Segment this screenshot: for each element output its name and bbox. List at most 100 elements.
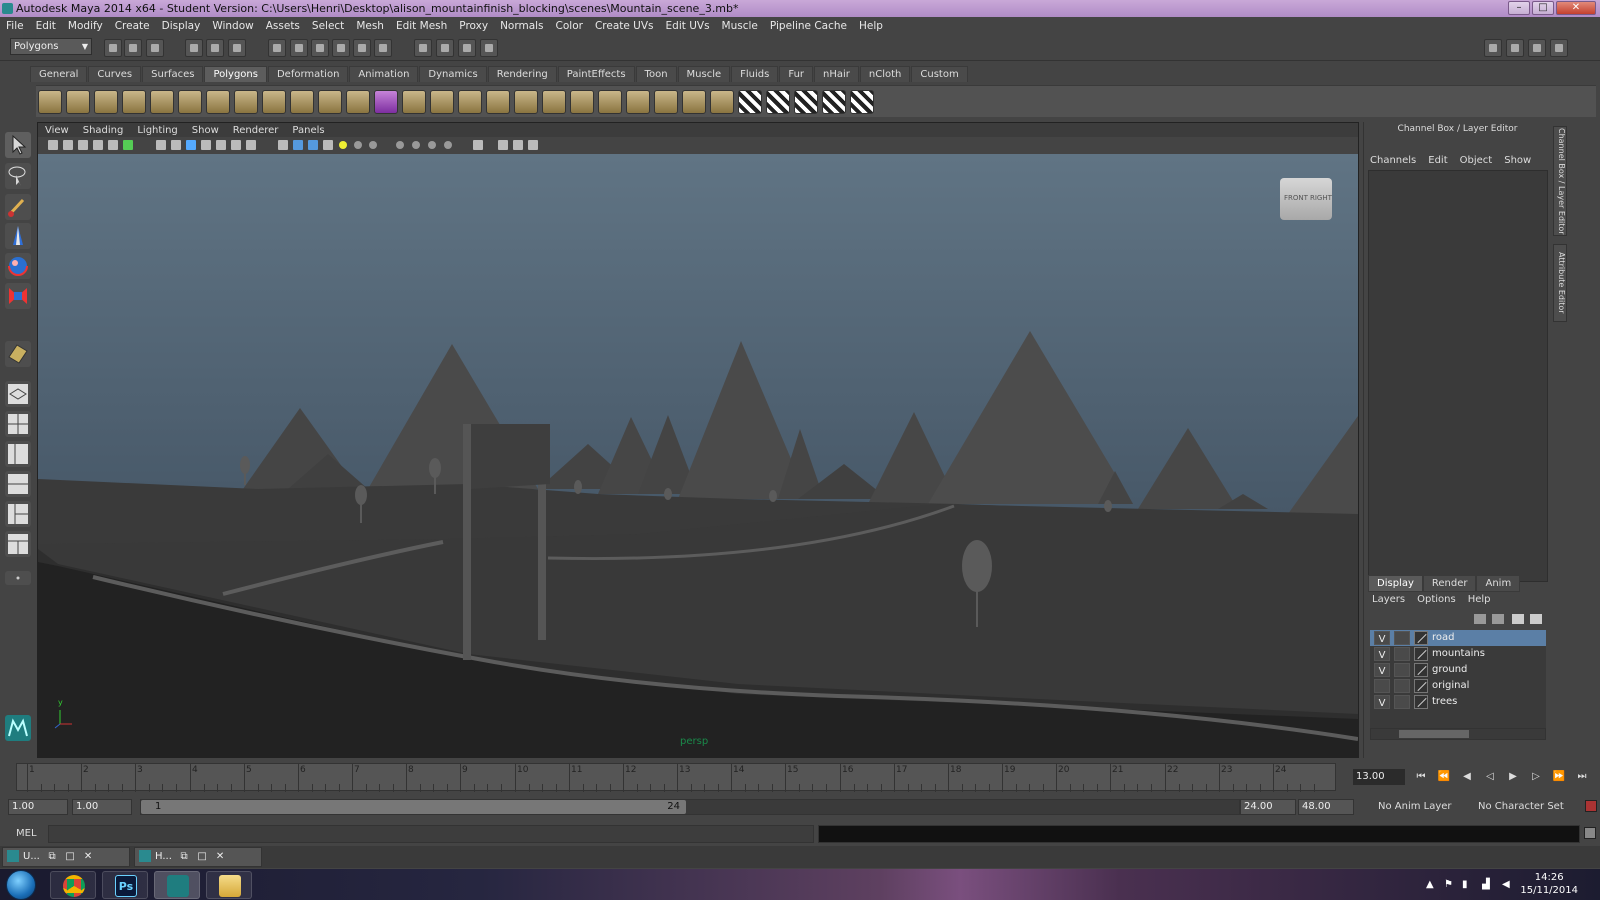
menu-edit[interactable]: Edit <box>36 20 56 32</box>
minimized-window[interactable]: U... ⧉ □ ✕ <box>2 847 130 867</box>
fill-hole-icon[interactable] <box>542 89 566 114</box>
sculpt-geometry-icon[interactable] <box>682 89 706 114</box>
layer-color-swatch[interactable] <box>1414 695 1428 709</box>
move-tool-icon[interactable] <box>5 223 31 249</box>
lasso-tool-icon[interactable] <box>5 163 31 189</box>
poly-pyramid-icon[interactable] <box>206 89 230 114</box>
layer-color-swatch[interactable] <box>1414 663 1428 677</box>
layer-row[interactable]: V ground <box>1370 662 1546 678</box>
3d-scene[interactable]: FRONT RIGHT y persp <box>38 154 1359 757</box>
layer-menu-options[interactable]: Options <box>1417 594 1456 605</box>
action-center-flag-icon[interactable]: ⚑ <box>1444 879 1456 891</box>
layer-color-swatch[interactable] <box>1414 679 1428 693</box>
view-cube-front-label[interactable]: FRONT <box>1284 194 1308 202</box>
snap-point-icon[interactable] <box>311 39 329 57</box>
menu-assets[interactable]: Assets <box>266 20 300 32</box>
step-forward-frame-icon[interactable]: ▷ <box>1529 770 1543 784</box>
layer-tab-display[interactable]: Display <box>1368 575 1423 592</box>
poly-cylinder-icon[interactable] <box>94 89 118 114</box>
side-tab-attribute-editor[interactable]: Attribute Editor <box>1553 244 1567 322</box>
last-tool-used-icon[interactable] <box>5 341 31 367</box>
split-polygon-icon[interactable] <box>598 89 622 114</box>
poly-torus-icon[interactable] <box>178 89 202 114</box>
show-tool-settings-icon[interactable] <box>1528 39 1546 57</box>
layer-type-toggle[interactable] <box>1394 695 1410 709</box>
viewport-menu-panels[interactable]: Panels <box>292 125 324 136</box>
go-to-start-icon[interactable]: ⏮ <box>1414 770 1428 784</box>
shelf-tab-custom[interactable]: Custom <box>911 66 968 82</box>
automatic-mapping-icon[interactable] <box>822 89 846 114</box>
show-channel-box-icon[interactable] <box>1550 39 1568 57</box>
playback-start-field[interactable]: 1.00 <box>72 799 132 815</box>
go-to-end-icon[interactable]: ⏭ <box>1575 770 1589 784</box>
layer-visibility-toggle[interactable]: V <box>1374 663 1390 677</box>
power-icon[interactable]: ▮ <box>1462 879 1474 891</box>
uv-texture-editor-icon[interactable] <box>850 89 874 114</box>
hypershade-layout-icon[interactable] <box>5 501 31 527</box>
offset-edge-loop-icon[interactable] <box>654 89 678 114</box>
smooth-icon[interactable] <box>374 89 398 114</box>
layer-color-swatch[interactable] <box>1414 631 1428 645</box>
start-button[interactable] <box>6 870 36 900</box>
maximize-icon[interactable]: □ <box>193 848 211 866</box>
shelf-tab-general[interactable]: General <box>30 66 88 82</box>
snap-grid-icon[interactable] <box>268 39 286 57</box>
new-scene-icon[interactable] <box>104 39 122 57</box>
view-cube[interactable]: FRONT RIGHT <box>1280 178 1332 220</box>
layer-row[interactable]: V trees <box>1370 694 1546 710</box>
command-language-label[interactable]: MEL <box>16 828 37 839</box>
clock[interactable]: 14:26 15/11/2014 <box>1520 871 1578 897</box>
shelf-tab-painteffects[interactable]: PaintEffects <box>557 66 635 82</box>
append-polygon-icon[interactable] <box>514 89 538 114</box>
step-back-key-icon[interactable]: ⏪ <box>1437 770 1451 784</box>
show-attribute-editor-icon[interactable] <box>1506 39 1524 57</box>
character-set-selector[interactable]: No Character Set <box>1478 801 1564 812</box>
select-tool-icon[interactable] <box>5 132 31 158</box>
viewport-menu-show[interactable]: Show <box>192 125 219 136</box>
combine-icon[interactable] <box>290 89 314 114</box>
play-backward-icon[interactable]: ◁ <box>1483 770 1497 784</box>
current-frame-field[interactable]: 13.00 <box>1353 769 1405 785</box>
animation-end-field[interactable]: 48.00 <box>1298 799 1354 815</box>
insert-edge-loop-icon[interactable] <box>626 89 650 114</box>
average-vertices-icon[interactable] <box>430 89 454 114</box>
history-icon[interactable] <box>374 39 392 57</box>
menu-display[interactable]: Display <box>162 20 201 32</box>
menu-window[interactable]: Window <box>212 20 253 32</box>
show-hidden-icons-icon[interactable]: ▲ <box>1426 879 1438 891</box>
restore-icon[interactable]: ⧉ <box>43 848 61 866</box>
shelf-tab-fluids[interactable]: Fluids <box>731 66 779 82</box>
cylindrical-mapping-icon[interactable] <box>766 89 790 114</box>
taskbar-maya[interactable] <box>154 871 200 899</box>
render-view-icon[interactable] <box>414 39 432 57</box>
layer-row[interactable]: V road <box>1370 630 1546 646</box>
menu-create[interactable]: Create <box>115 20 150 32</box>
shelf-tab-dynamics[interactable]: Dynamics <box>419 66 487 82</box>
channel-list[interactable] <box>1368 170 1548 582</box>
animation-start-field[interactable]: 1.00 <box>8 799 68 815</box>
step-forward-key-icon[interactable]: ⏩ <box>1552 770 1566 784</box>
poly-soccer-ball-icon[interactable] <box>262 89 286 114</box>
network-icon[interactable]: ▟ <box>1482 879 1494 891</box>
layer-visibility-toggle[interactable]: V <box>1374 631 1390 645</box>
shelf-tab-ncloth[interactable]: nCloth <box>859 66 911 82</box>
animation-preferences-icon[interactable] <box>1585 800 1597 812</box>
shelf-tab-curves[interactable]: Curves <box>88 66 142 82</box>
select-hierarchy-icon[interactable] <box>185 39 203 57</box>
view-cube-right-label[interactable]: RIGHT <box>1310 194 1332 202</box>
outliner-layout-icon[interactable] <box>5 441 31 467</box>
layer-type-toggle[interactable] <box>1394 631 1410 645</box>
poly-pipe-icon[interactable] <box>234 89 258 114</box>
shelf-tab-nhair[interactable]: nHair <box>814 66 859 82</box>
channel-menu-edit[interactable]: Edit <box>1428 155 1447 166</box>
single-pane-layout-icon[interactable] <box>5 381 31 407</box>
menu-color[interactable]: Color <box>556 20 583 32</box>
volume-icon[interactable]: ◀ <box>1502 879 1514 891</box>
extract-icon[interactable] <box>346 89 370 114</box>
minimized-window[interactable]: H... ⧉ □ ✕ <box>134 847 262 867</box>
bevel-icon[interactable] <box>570 89 594 114</box>
menu-file[interactable]: File <box>6 20 24 32</box>
layer-type-toggle[interactable] <box>1394 679 1410 693</box>
snap-curve-icon[interactable] <box>290 39 308 57</box>
close-icon[interactable]: ✕ <box>79 848 97 866</box>
